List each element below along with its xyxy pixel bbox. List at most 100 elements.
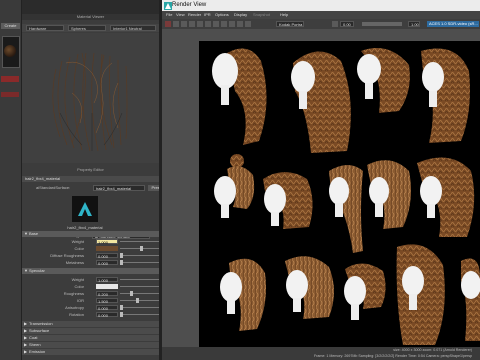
collapsed-arrow-icon: ▶ [24,342,28,347]
menu-render[interactable]: Render [188,12,201,18]
refresh-button[interactable] [181,21,187,27]
collapsed-arrow-icon: ▶ [24,349,28,354]
rendered-hair-grid [212,48,480,345]
attr-label: Metalness [65,260,84,265]
rendered-image[interactable] [199,41,480,347]
menu-help[interactable]: Help [280,12,288,18]
section-coat[interactable]: ▶ Coat [22,335,159,341]
ipr-button[interactable] [173,21,179,27]
section-emission-label: Emission [29,349,46,354]
attr-label: Color [74,284,84,289]
attr-rotation: Rotation 0.000 [22,311,177,318]
hair-model [212,48,267,145]
maya-app-icon [164,2,172,10]
section-specular-label: Specular [29,268,45,273]
collapsed-arrow-icon: ▶ [24,328,28,333]
render-frame-button[interactable] [165,21,171,27]
arnold-logo-icon [72,196,98,222]
material-sphere-icon [4,45,16,57]
exposure-slider[interactable] [362,22,402,26]
material-viewer-toolbar: Hardware Spheres Interior1 Neutral [22,24,159,32]
arnold-logo-glyph [78,202,92,216]
snapshot-button[interactable] [197,21,203,27]
attr-label: IOR [76,298,84,303]
geometry-dropdown[interactable]: Spheres [68,25,106,31]
color-swatch[interactable] [96,284,118,289]
remove-image-button[interactable] [213,21,219,27]
attr-value-field[interactable]: 0.000 [96,312,118,318]
hair-model [396,244,445,345]
environment-dropdown[interactable]: Interior1 Neutral [110,25,156,31]
exposure-field[interactable]: 0.00 [340,21,354,27]
hair-model [367,160,411,229]
material-preview[interactable] [22,33,159,163]
slider-knob[interactable] [120,260,123,265]
menu-snapshot[interactable]: Snapshot [253,12,270,18]
section-base[interactable]: ▼ Base [22,231,159,237]
hair-model [263,172,313,229]
attr-value-field[interactable]: 1.500 [96,298,118,304]
attr-spec-color: Color [22,283,177,290]
material-thumbnail[interactable] [2,36,20,68]
collapsed-arrow-icon: ▶ [24,321,28,326]
attr-base-color: Color [22,245,177,252]
attr-label: Rotation [69,312,84,317]
rgb-channel-button[interactable] [221,21,227,27]
exposure-icon [332,21,338,27]
hair-sphere-preview [52,52,128,152]
attr-diffuse-roughness: Diffuse Roughness 0.000 [22,252,177,259]
attr-value-field[interactable]: 0.000 [96,253,118,259]
expand-arrow-icon: ▼ [24,268,28,273]
alpha-channel-button[interactable] [229,21,235,27]
hair-model [344,263,386,320]
slider-knob[interactable] [140,246,143,251]
render-stats-info: Frame: 1 Memory: 2697Mb Sampling: [3/2/2… [313,354,472,358]
hair-model [291,51,351,153]
attr-anisotropy: Anisotropy 0.000 [22,304,177,311]
attr-spec-weight: Weight 1.000 [22,276,177,283]
section-transmission[interactable]: ▶ Transmission [22,321,159,327]
region-button[interactable] [189,21,195,27]
selected-node-item-2[interactable] [1,92,19,97]
slider-knob[interactable] [120,312,123,317]
attr-value-field[interactable]: 0.000 [96,260,118,266]
camera-dropdown[interactable]: Kodak Portra [276,21,304,27]
attr-value-field[interactable]: 1.000 [96,239,118,245]
attr-spec-roughness: Roughness 0.200 [22,290,177,297]
display-button[interactable] [245,21,251,27]
attr-value-field[interactable]: 0.000 [96,305,118,311]
shader-name-field[interactable]: hair2_fbx4_material [93,185,145,191]
slider-knob[interactable] [136,298,139,303]
attr-label: Weight [71,277,84,282]
section-base-label: Base [29,231,39,236]
section-subsurface[interactable]: ▶ Subsurface [22,328,159,334]
section-sheen-label: Sheen [29,342,41,347]
attr-value-field[interactable]: 0.200 [96,291,118,297]
attr-value-field[interactable]: 1.000 [96,277,118,283]
one-to-one-button[interactable] [237,21,243,27]
section-sheen[interactable]: ▶ Sheen [22,342,159,348]
render-view-title: Render View [172,2,207,8]
section-emission[interactable]: ▶ Emission [22,349,159,355]
selected-node-item[interactable] [1,76,19,82]
color-swatch[interactable] [96,246,118,251]
section-specular[interactable]: ▼ Specular [22,268,159,274]
slider-knob[interactable] [120,305,123,310]
menu-options[interactable]: Options [215,12,229,18]
gamma-field[interactable]: 1.00 [408,21,420,27]
keep-image-button[interactable] [205,21,211,27]
shader-type-label: aiStandardSurface: [36,185,71,190]
renderer-dropdown[interactable]: Hardware [26,25,64,31]
menu-file[interactable]: File [166,12,172,18]
menu-ipr[interactable]: IPR [204,12,211,18]
menu-view[interactable]: View [176,12,185,18]
property-editor-title: Property Editor [77,167,104,172]
collapsed-arrow-icon: ▶ [24,335,28,340]
color-view-transform-badge[interactable]: ACES 1.0 SDR-video (sR... [427,21,479,27]
shader-name-row: aiStandardSurface: hair2_fbx4_material P… [22,184,170,192]
slider-knob[interactable] [120,253,123,258]
slider-knob[interactable] [130,291,133,296]
menu-display[interactable]: Display [234,12,247,18]
create-tab[interactable]: Create [1,23,20,29]
hair-model [357,48,410,113]
